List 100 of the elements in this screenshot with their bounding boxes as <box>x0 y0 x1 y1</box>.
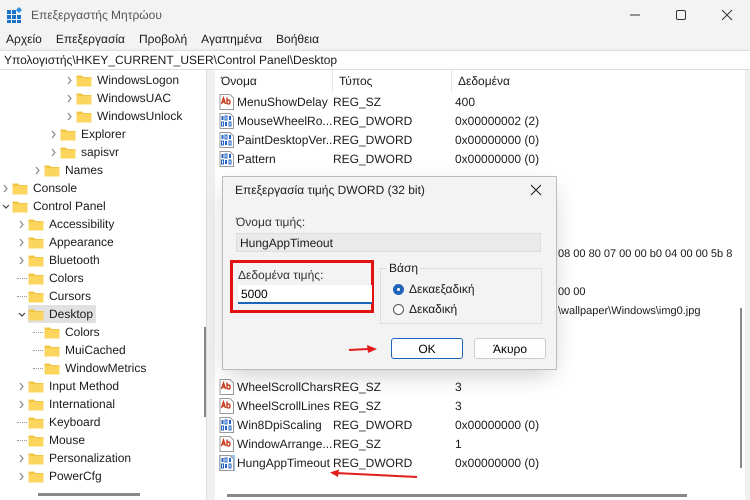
table-cell-text: REG_DWORD <box>333 132 414 146</box>
folder-icon <box>60 146 76 158</box>
value-name[interactable]: WheelScrollLines <box>237 398 330 412</box>
table-cell: 400 <box>455 94 476 108</box>
folder-icon <box>28 470 44 482</box>
tree-item[interactable]: PowerCfg <box>28 467 105 485</box>
folder-icon <box>28 380 44 392</box>
value-data-field[interactable]: 5000 <box>238 285 372 304</box>
tree-item[interactable]: Appearance <box>28 233 117 251</box>
tree-item[interactable]: International <box>28 395 118 413</box>
value-name[interactable]: HungAppTimeout <box>237 456 330 470</box>
table-cell: 0x00000000 (0) <box>455 456 540 470</box>
value-name-field: HungAppTimeout <box>236 233 541 252</box>
folder-icon <box>28 218 44 230</box>
folder-icon <box>28 452 44 464</box>
tree-item[interactable]: Input Method <box>28 377 122 395</box>
field-label: Όνομα τιμής: <box>236 215 306 229</box>
tree-item[interactable]: Cursors <box>28 287 94 305</box>
collapse-chevron-icon[interactable] <box>17 310 27 318</box>
menu-item[interactable]: Επεξεργασία <box>52 32 129 46</box>
table-cell: 0x00000000 (0) <box>455 132 540 146</box>
close-icon <box>530 184 542 196</box>
folder-icon <box>28 434 44 446</box>
collapse-chevron-icon[interactable] <box>1 202 11 210</box>
table-cell-text: REG_DWORD <box>333 114 414 128</box>
maximize-icon <box>675 9 687 21</box>
folder-icon <box>28 398 44 410</box>
table-cell: 0x00000002 (2) <box>455 114 540 128</box>
field-label: Δεδομένα τιμής: <box>238 268 324 282</box>
folder-icon <box>44 344 60 356</box>
folder-icon <box>28 416 44 428</box>
tree-item[interactable]: Names <box>44 161 106 179</box>
folder-icon <box>76 74 92 86</box>
tree-item[interactable]: Accessibility <box>28 215 118 233</box>
folder-icon <box>44 362 60 374</box>
table-cell: 1 <box>455 436 462 450</box>
folder-icon <box>28 272 44 284</box>
folder-icon <box>12 182 28 194</box>
value-name[interactable]: MenuShowDelay <box>237 94 328 108</box>
dialog-title: Επεξεργασία τιμής DWORD (32 bit) <box>235 183 426 197</box>
tree-item[interactable]: Colors <box>44 323 103 341</box>
table-cell-text: REG_DWORD <box>333 152 414 166</box>
value-name[interactable]: WheelScrollChars <box>237 380 334 394</box>
window-title: Επεξεργαστής Μητρώου <box>31 8 163 22</box>
registry-app-icon <box>7 7 23 23</box>
address-bar[interactable]: Υπολογιστής\HKEY_CURRENT_USER\Control Panel\Desktop <box>0 50 750 70</box>
menu-item[interactable]: Αρχείο <box>2 32 46 46</box>
table-cell: 3 <box>455 380 462 394</box>
table-cell-text: REG_DWORD <box>333 456 414 470</box>
value-name[interactable]: MouseWheelRo... <box>237 114 332 128</box>
tree-item[interactable]: WindowMetrics <box>44 359 150 377</box>
value-name[interactable]: WindowArrange... <box>237 436 332 450</box>
radio-option[interactable]: Δεκαδική <box>393 299 541 319</box>
folder-icon <box>76 92 92 104</box>
table-cell-text: REG_DWORD <box>333 418 414 432</box>
scrollbar-thumb[interactable] <box>227 494 687 497</box>
table-cell-text: REG_SZ <box>333 436 382 450</box>
radio-option[interactable]: Δεκαεξαδική <box>393 279 541 299</box>
tree-item[interactable]: Mouse <box>28 431 88 449</box>
tree-item[interactable]: WindowsLogon <box>76 71 182 89</box>
tree-item[interactable]: sapisvr <box>60 143 122 161</box>
close-icon <box>721 9 733 21</box>
tree-item[interactable]: Colors <box>28 269 87 287</box>
folder-icon <box>28 254 44 266</box>
scrollbar-thumb[interactable] <box>38 493 140 496</box>
tree-item[interactable]: Control Panel <box>12 197 109 215</box>
tree-item[interactable]: Desktop <box>28 305 96 323</box>
table-cell-text: REG_SZ <box>333 94 382 108</box>
table-cell: 0x00000000 (0) <box>455 418 540 432</box>
tree-item[interactable]: Keyboard <box>28 413 104 431</box>
tree-item[interactable]: Personalization <box>28 449 134 467</box>
table-cell: 3 <box>455 398 462 412</box>
tree-item[interactable]: WindowsUAC <box>76 89 174 107</box>
scrollbar-thumb[interactable] <box>740 308 742 468</box>
folder-icon <box>28 236 44 248</box>
menu-item[interactable]: Βοήθεια <box>272 32 324 46</box>
table-cell: 0x00000000 (0) <box>455 152 540 166</box>
table-cell-text: REG_SZ <box>333 380 382 394</box>
group-label: Βάση <box>387 261 420 275</box>
column-header[interactable]: Όνομα <box>215 70 333 92</box>
menu-item[interactable]: Προβολή <box>134 32 192 46</box>
ok-button[interactable]: OK <box>391 338 463 359</box>
folder-icon <box>44 164 60 176</box>
value-name[interactable]: Pattern <box>237 152 276 166</box>
folder-icon <box>44 326 60 338</box>
tree-item[interactable]: Console <box>12 179 80 197</box>
folder-icon <box>28 290 44 302</box>
table-cell: 00 00 <box>558 284 586 298</box>
tree-item[interactable]: Bluetooth <box>28 251 103 269</box>
menu-item[interactable]: Αγαπημένα <box>197 32 266 46</box>
tree-item[interactable]: Explorer <box>60 125 129 143</box>
cancel-button[interactable]: Άκυρο <box>474 338 546 359</box>
value-name[interactable]: Win8DpiScaling <box>237 418 322 432</box>
tree-item[interactable]: MuiCached <box>44 341 129 359</box>
column-header[interactable]: Δεδομένα <box>452 70 510 92</box>
table-cell: 08 00 80 07 00 00 b0 04 00 00 5b 8 <box>558 246 732 260</box>
scrollbar-thumb[interactable] <box>204 327 206 417</box>
tree-item[interactable]: WindowsUnlock <box>76 107 186 125</box>
folder-icon <box>60 128 76 140</box>
column-header[interactable]: Τύπος <box>333 70 452 92</box>
